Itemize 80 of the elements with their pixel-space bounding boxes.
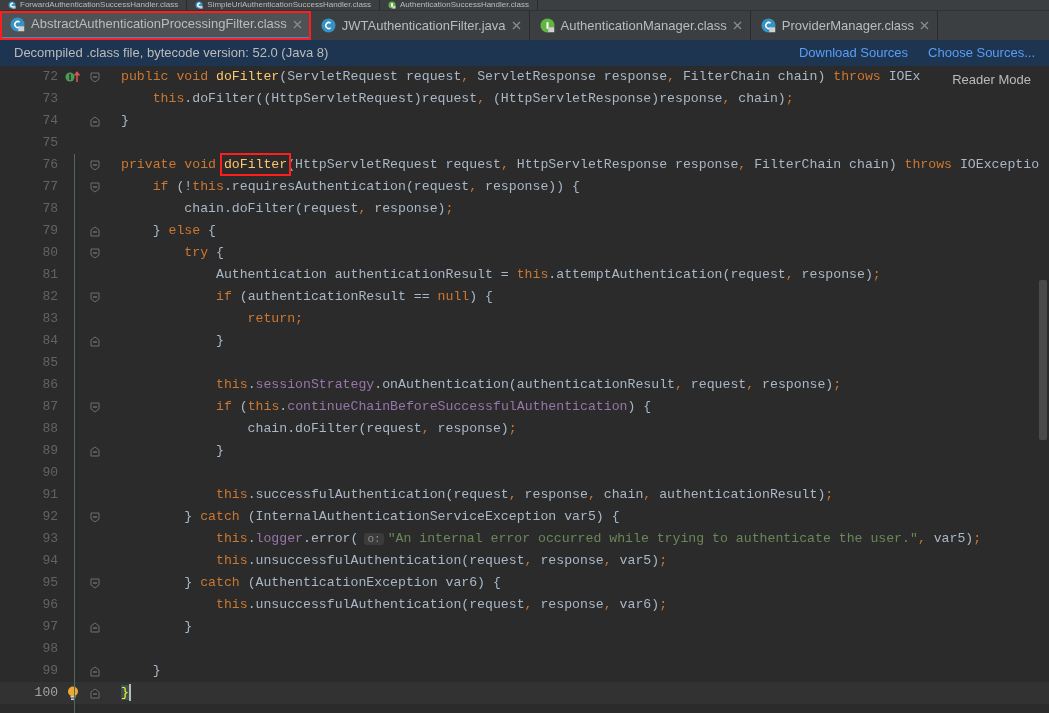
code-line: } [151,662,161,681]
line-number: 86 [41,376,58,395]
fold-marker-icon[interactable] [90,511,100,523]
line-number: 72 [41,68,58,87]
code-line: private void doFilter(HttpServletRequest request, HttpServletResponse response, FilterChain chain) throws IOExceptio [121,155,1040,175]
fold-marker-icon[interactable] [90,335,100,347]
file-tab[interactable]: AbstractAuthenticationProcessingFilter.class [0,11,311,40]
code-line: } catch (InternalAuthenticationServiceException var5) { [183,508,620,527]
fold-marker-icon[interactable] [90,225,100,237]
code-line: public void doFilter(ServletRequest request, ServletResponse response, FilterChain chain) throws IOEx [121,68,921,87]
code-line: this.sessionStrategy.onAuthentication(authenticationResult, request, response); [214,376,842,395]
line-number: 91 [41,486,58,505]
line-number: 75 [41,134,58,153]
fold-marker-icon[interactable] [90,181,100,193]
code-line: chain.doFilter(request, response); [183,200,454,219]
code-line: Authentication authenticationResult = this.attemptAuthentication(request, response); [214,266,881,285]
close-icon[interactable] [920,21,930,30]
fold-marker-icon[interactable] [90,247,100,259]
line-number: 83 [41,310,58,329]
line-number: 93 [41,530,58,549]
line-number: 92 [41,508,58,527]
reader-mode-button[interactable]: Reader Mode [952,70,1031,90]
code-line: chain.doFilter(request, response); [246,420,517,439]
line-number: 96 [41,596,58,615]
implements-marker-icon[interactable] [65,71,81,83]
code-line: } [214,332,224,351]
lightbulb-icon[interactable] [67,685,79,701]
fold-marker-icon[interactable] [90,291,100,303]
fold-marker-icon[interactable] [90,115,100,127]
line-number: 87 [41,398,58,417]
line-number: 95 [41,574,58,593]
fold-marker-icon[interactable] [90,621,100,633]
line-number: 89 [41,442,58,461]
code-line: if (!this.requiresAuthentication(request, response)) { [151,178,580,197]
code-line: this.doFilter((HttpServletRequest)request, (HttpServletResponse)response, chain); [151,90,794,109]
line-number: 94 [41,552,58,571]
line-number: 84 [41,332,58,351]
line-number: 85 [41,354,58,373]
line-number: 100 [33,684,58,703]
line-number: 98 [41,640,58,659]
code-line: if (authenticationResult == null) { [214,288,493,307]
fold-marker-icon[interactable] [90,445,100,457]
line-number: 74 [41,112,58,131]
line-number: 81 [41,266,58,285]
close-icon[interactable] [732,21,742,30]
line-number: 73 [41,90,58,109]
code-line: } [183,618,193,637]
code-line: } [121,112,129,131]
code-line: this.unsuccessfulAuthentication(request, response, var6); [214,596,668,615]
code-line: return; [246,310,304,329]
code-line: } else { [151,222,216,241]
fold-marker-icon[interactable] [90,159,100,171]
line-number: 82 [41,288,58,307]
source-link[interactable]: Choose Sources... [928,43,1035,63]
close-icon[interactable] [511,21,521,30]
code-line: this.successfulAuthentication(request, response, chain, authenticationResult); [214,486,834,505]
fold-marker-icon[interactable] [90,687,100,699]
info-message: Decompiled .class file, bytecode version: 52.0 (Java 8) [14,44,329,63]
code-line: if (this.continueChainBeforeSuccessfulAuthentication) { [214,398,652,417]
source-link[interactable]: Download Sources [798,43,909,63]
fold-marker-icon[interactable] [90,401,100,413]
line-number: 77 [41,178,58,197]
code-line: try { [183,244,224,263]
line-number: 78 [41,200,58,219]
scrollbar-thumb[interactable] [1039,280,1047,440]
code-line: } [214,442,224,461]
close-icon[interactable] [292,19,302,29]
code-line: } catch (AuthenticationException var6) { [183,574,501,593]
fold-marker-icon[interactable] [90,71,100,83]
line-number: 88 [41,420,58,439]
line-number: 76 [41,156,58,175]
line-number: 99 [41,662,58,681]
code-line: this.unsuccessfulAuthentication(request, response, var5); [214,552,668,571]
line-number: 79 [41,222,58,241]
fold-marker-icon[interactable] [90,665,100,677]
fold-marker-icon[interactable] [90,577,100,589]
line-number: 90 [41,464,58,483]
code-line: this.logger.error( o: "An internal error occurred while trying to authenticate the user.", var5); [214,530,982,549]
line-number: 80 [41,244,58,263]
line-number: 97 [41,618,58,637]
